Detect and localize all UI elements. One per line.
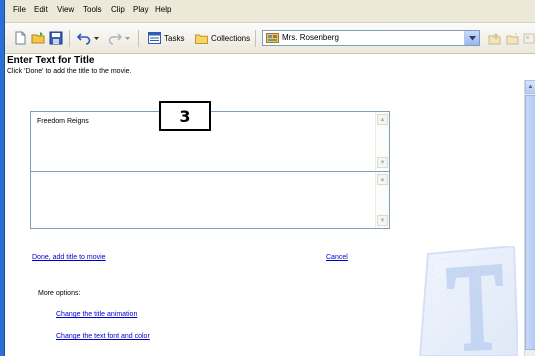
new-collection-icon[interactable] [505,31,520,45]
line1-scrollbar[interactable]: ▲ ▼ [375,112,389,170]
change-title-animation-link[interactable]: Change the title animation [56,311,137,318]
step-number-callout: 3 [159,101,211,131]
collections-label: Collections [211,33,251,43]
done-add-title-link[interactable]: Done, add title to movie [32,254,106,261]
menu-file[interactable]: File [13,5,26,14]
change-font-color-link[interactable]: Change the text font and color [56,333,150,340]
menu-clip[interactable]: Clip [111,5,125,14]
main-scrollbar[interactable]: ▲ [524,80,535,356]
scroll-up-icon[interactable]: ▲ [377,174,388,185]
undo-dropdown-icon[interactable] [93,31,101,45]
collection-icon [266,33,279,43]
menu-help[interactable]: Help [155,5,171,14]
toolbar: Tasks Collections Mrs. Rosenberg [5,23,535,54]
tasks-label: Tasks [164,33,185,43]
redo-icon[interactable] [108,31,123,45]
menu-tools[interactable]: Tools [83,5,102,14]
movie-maker-window: File Edit View Tools Clip Play Help Task… [0,0,535,356]
title-line-1-input[interactable]: Freedom Reigns [37,118,89,125]
collection-combo[interactable]: Mrs. Rosenberg [262,30,480,46]
undo-icon[interactable] [76,31,92,45]
open-folder-icon[interactable] [31,31,46,45]
line2-scrollbar[interactable]: ▲ ▼ [375,172,389,228]
cancel-link[interactable]: Cancel [326,254,348,261]
page-title: Enter Text for Title [7,55,95,66]
collections-folder-icon [195,34,208,44]
title-T-icon [418,246,518,356]
scroll-up-icon[interactable]: ▲ [525,80,535,94]
scroll-down-icon[interactable]: ▼ [377,157,388,168]
save-icon[interactable] [49,31,64,45]
menu-play[interactable]: Play [133,5,149,14]
toolbar-separator [138,30,139,47]
toolbar-separator [69,30,70,47]
menu-view[interactable]: View [57,5,74,14]
redo-dropdown-icon[interactable] [124,31,132,45]
collection-combo-value: Mrs. Rosenberg [282,33,339,42]
tasks-button[interactable]: Tasks [148,31,184,45]
scroll-up-icon[interactable]: ▲ [377,114,388,125]
chevron-down-icon[interactable] [464,31,479,45]
editor-divider [31,171,389,172]
scroll-down-icon[interactable]: ▼ [377,215,388,226]
scrollbar-thumb[interactable] [525,95,535,350]
collections-button[interactable]: Collections [195,31,250,45]
more-options-label: More options: [38,290,81,297]
menu-edit[interactable]: Edit [34,5,48,14]
menu-bar: File Edit View Tools Clip Play Help [5,0,535,23]
tasks-icon [148,32,161,44]
toolbar-separator [255,30,256,47]
page-instructions: Click 'Done' to add the title to the mov… [7,68,132,75]
views-icon[interactable] [523,31,535,45]
new-project-icon[interactable] [13,31,28,45]
up-level-icon[interactable] [487,31,502,45]
